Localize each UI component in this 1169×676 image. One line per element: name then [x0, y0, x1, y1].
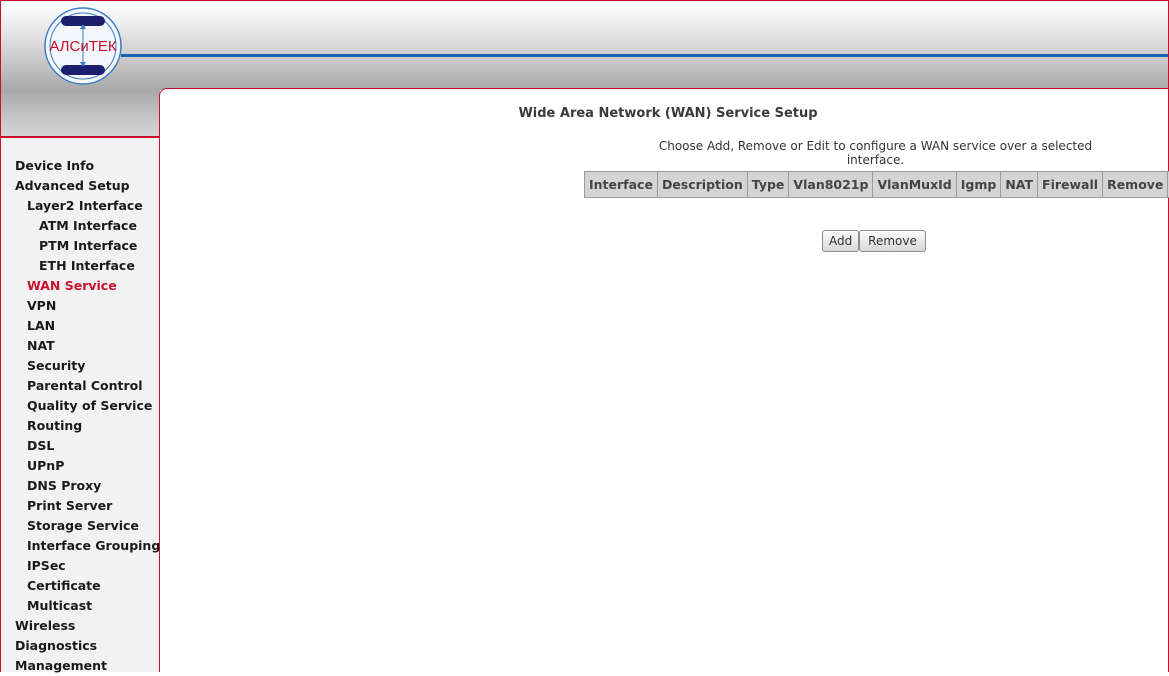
page-instructions: Choose Add, Remove or Edit to configure … — [638, 139, 1113, 167]
main-content: Wide Area Network (WAN) Service Setup Ch… — [159, 88, 1169, 672]
sidebar-item-vpn[interactable]: VPN — [1, 296, 159, 316]
column-header-description: Description — [657, 172, 747, 198]
sidebar-item-lan[interactable]: LAN — [1, 316, 159, 336]
remove-button[interactable]: Remove — [859, 230, 926, 252]
sidebar-item-upnp[interactable]: UPnP — [1, 456, 159, 476]
column-header-type: Type — [747, 172, 789, 198]
column-header-remove: Remove — [1103, 172, 1168, 198]
header-blue-stripe — [121, 54, 1168, 57]
column-header-vlan8021p: Vlan8021p — [789, 172, 873, 198]
sidebar-item-certificate[interactable]: Certificate — [1, 576, 159, 596]
sidebar-item-security[interactable]: Security — [1, 356, 159, 376]
column-header-interface: Interface — [585, 172, 658, 198]
column-header-vlanmuxid: VlanMuxId — [873, 172, 956, 198]
sidebar-menu: Device InfoAdvanced SetupLayer2 Interfac… — [1, 138, 159, 676]
column-header-igmp: Igmp — [956, 172, 1001, 198]
table-header-row: InterfaceDescriptionTypeVlan8021pVlanMux… — [585, 172, 1169, 198]
logo-text: АЛСиТЕК — [49, 38, 117, 55]
column-header-firewall: Firewall — [1038, 172, 1103, 198]
sidebar-item-multicast[interactable]: Multicast — [1, 596, 159, 616]
sidebar-item-layer2-interface[interactable]: Layer2 Interface — [1, 196, 159, 216]
left-header-block — [0, 90, 160, 137]
sidebar-item-storage-service[interactable]: Storage Service — [1, 516, 159, 536]
column-header-nat: NAT — [1001, 172, 1038, 198]
sidebar-item-advanced-setup[interactable]: Advanced Setup — [1, 176, 159, 196]
sidebar-item-ptm-interface[interactable]: PTM Interface — [1, 236, 159, 256]
sidebar-item-interface-grouping[interactable]: Interface Grouping — [1, 536, 159, 556]
sidebar-item-parental-control[interactable]: Parental Control — [1, 376, 159, 396]
sidebar-item-quality-of-service[interactable]: Quality of Service — [1, 396, 159, 416]
sidebar-item-nat[interactable]: NAT — [1, 336, 159, 356]
sidebar-item-print-server[interactable]: Print Server — [1, 496, 159, 516]
sidebar-item-ipsec[interactable]: IPSec — [1, 556, 159, 576]
sidebar-item-dsl[interactable]: DSL — [1, 436, 159, 456]
sidebar-item-device-info[interactable]: Device Info — [1, 156, 159, 176]
wan-service-table: InterfaceDescriptionTypeVlan8021pVlanMux… — [584, 171, 1169, 198]
sidebar-item-diagnostics[interactable]: Diagnostics — [1, 636, 159, 656]
sidebar-item-dns-proxy[interactable]: DNS Proxy — [1, 476, 159, 496]
sidebar-item-wireless[interactable]: Wireless — [1, 616, 159, 636]
sidebar-item-routing[interactable]: Routing — [1, 416, 159, 436]
page-title: Wide Area Network (WAN) Service Setup — [443, 106, 893, 121]
sidebar-item-eth-interface[interactable]: ETH Interface — [1, 256, 159, 276]
sidebar-item-wan-service[interactable]: WAN Service — [1, 276, 159, 296]
sidebar-item-management[interactable]: Management — [1, 656, 159, 676]
alsitek-logo: АЛСиТЕК — [39, 7, 127, 85]
sidebar-nav: Device InfoAdvanced SetupLayer2 Interfac… — [0, 138, 159, 672]
header-banner: АЛСиТЕК — [0, 0, 1169, 90]
sidebar-item-atm-interface[interactable]: ATM Interface — [1, 216, 159, 236]
add-button[interactable]: Add — [822, 230, 859, 252]
